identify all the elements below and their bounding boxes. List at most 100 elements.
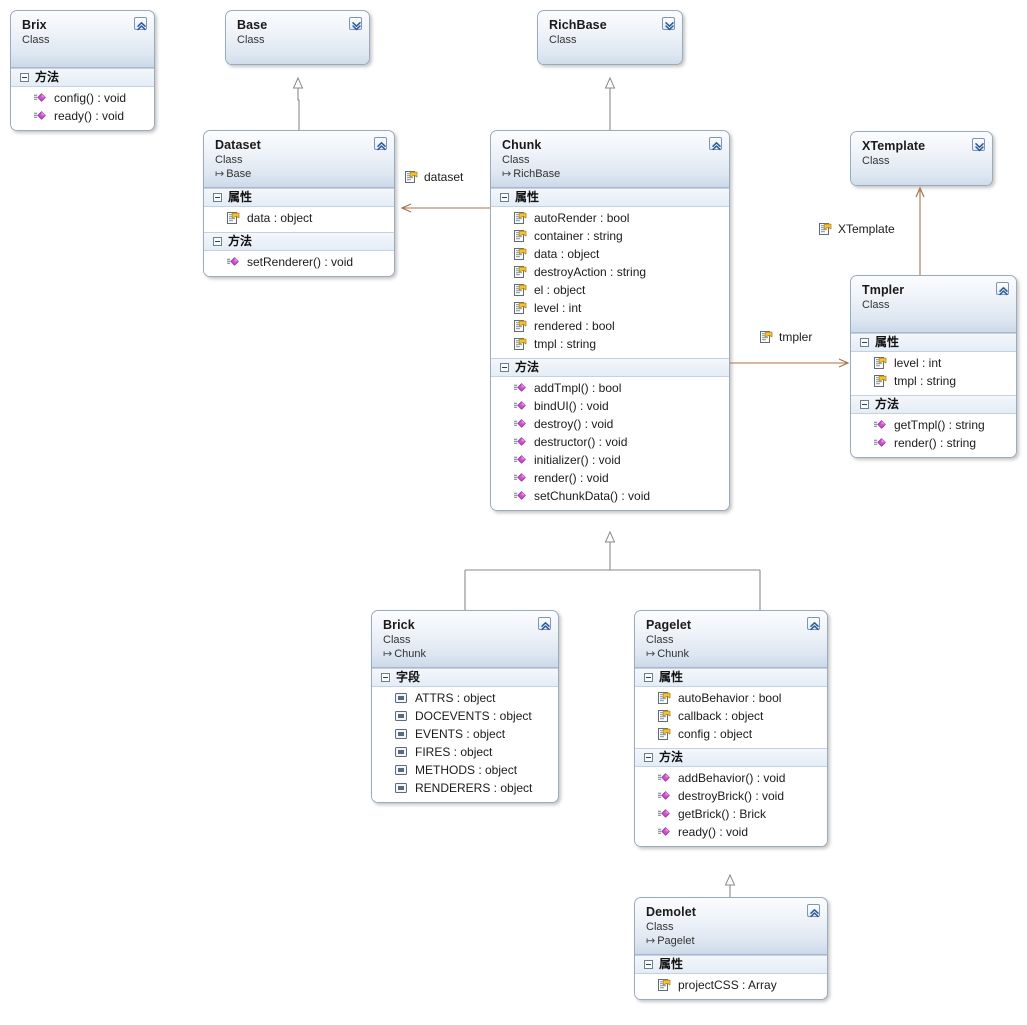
member-row[interactable]: el : object — [491, 281, 729, 299]
member-row[interactable]: setRenderer() : void — [204, 253, 394, 271]
class-box-richbase[interactable]: RichBase Class — [537, 10, 683, 65]
expander-button-brick[interactable] — [538, 617, 551, 631]
collapse-minus-icon[interactable] — [20, 73, 29, 82]
member-row[interactable]: data : object — [204, 209, 394, 227]
collapse-minus-icon[interactable] — [381, 673, 390, 682]
member-row[interactable]: bindUI() : void — [491, 397, 729, 415]
expander-button-demolet[interactable] — [807, 904, 820, 918]
compartment-header[interactable]: 方法 — [491, 358, 729, 377]
method-icon — [658, 773, 670, 782]
class-header-richbase[interactable]: RichBase Class — [538, 11, 682, 64]
association-label-dataset[interactable]: dataset — [404, 170, 463, 184]
member-row[interactable]: EVENTS : object — [372, 725, 558, 743]
class-box-base[interactable]: Base Class — [225, 10, 370, 65]
class-header-base[interactable]: Base Class — [226, 11, 369, 64]
expander-button-pagelet[interactable] — [807, 617, 820, 631]
member-row[interactable]: RENDERERS : object — [372, 779, 558, 797]
compartment-header[interactable]: 字段 — [372, 668, 558, 687]
member-row[interactable]: addBehavior() : void — [635, 769, 827, 787]
compartment-header[interactable]: 方法 — [635, 748, 827, 767]
class-header-pagelet[interactable]: Pagelet Class ↦ Chunk — [635, 611, 827, 668]
collapse-minus-icon[interactable] — [644, 673, 653, 682]
compartment-members: level : int tmpl : string — [851, 352, 1016, 395]
expander-button-dataset[interactable] — [374, 137, 387, 151]
collapse-minus-icon[interactable] — [213, 193, 222, 202]
class-header-chunk[interactable]: Chunk Class ↦ RichBase — [491, 131, 729, 188]
collapse-minus-icon[interactable] — [500, 193, 509, 202]
collapse-minus-icon[interactable] — [644, 753, 653, 762]
collapse-minus-icon[interactable] — [860, 400, 869, 409]
collapse-minus-icon[interactable] — [500, 363, 509, 372]
member-row[interactable]: callback : object — [635, 707, 827, 725]
compartment-header[interactable]: 属性 — [204, 188, 394, 207]
member-row[interactable]: getBrick() : Brick — [635, 805, 827, 823]
member-row[interactable]: level : int — [491, 299, 729, 317]
member-row[interactable]: container : string — [491, 227, 729, 245]
association-label-tmpler[interactable]: tmpler — [759, 330, 812, 344]
class-box-tmpler[interactable]: Tmpler Class 属性 level : int tmpl : string 方法 g… — [850, 275, 1017, 458]
member-row[interactable]: getTmpl() : string — [851, 416, 1016, 434]
class-box-brix[interactable]: Brix Class 方法 config() : void ready() : void — [10, 10, 155, 131]
compartment-header[interactable]: 方法 — [11, 68, 154, 87]
header-spacer — [237, 47, 359, 61]
member-row[interactable]: DOCEVENTS : object — [372, 707, 558, 725]
class-header-dataset[interactable]: Dataset Class ↦ Base — [204, 131, 394, 188]
member-row[interactable]: destroyAction : string — [491, 263, 729, 281]
member-row[interactable]: destroyBrick() : void — [635, 787, 827, 805]
expander-button-tmpler[interactable] — [996, 282, 1009, 296]
collapse-minus-icon[interactable] — [644, 960, 653, 969]
member-row[interactable]: rendered : bool — [491, 317, 729, 335]
compartment-header[interactable]: 方法 — [851, 395, 1016, 414]
collapse-minus-icon[interactable] — [213, 237, 222, 246]
member-row[interactable]: initializer() : void — [491, 451, 729, 469]
class-header-demolet[interactable]: Demolet Class ↦ Pagelet — [635, 898, 827, 955]
chevron-double-up-icon — [712, 142, 721, 151]
member-row[interactable]: destroy() : void — [491, 415, 729, 433]
compartment-header[interactable]: 属性 — [635, 955, 827, 974]
class-header-xtemplate[interactable]: XTemplate Class — [851, 132, 992, 185]
member-row[interactable]: tmpl : string — [851, 372, 1016, 390]
member-row[interactable]: ready() : void — [11, 107, 154, 125]
class-box-pagelet[interactable]: Pagelet Class ↦ Chunk 属性 autoBehavior : bool c… — [634, 610, 828, 847]
member-row[interactable]: ready() : void — [635, 823, 827, 841]
member-row[interactable]: data : object — [491, 245, 729, 263]
member-row[interactable]: FIRES : object — [372, 743, 558, 761]
member-row[interactable]: config : object — [635, 725, 827, 743]
class-header-brick[interactable]: Brick Class ↦ Chunk — [372, 611, 558, 668]
compartment-header[interactable]: 属性 — [635, 668, 827, 687]
expander-button-brix[interactable] — [134, 17, 147, 31]
class-box-demolet[interactable]: Demolet Class ↦ Pagelet 属性 projectCSS : Array — [634, 897, 828, 1000]
compartment-header[interactable]: 属性 — [851, 333, 1016, 352]
member-row[interactable]: projectCSS : Array — [635, 976, 827, 994]
property-icon — [874, 357, 887, 369]
member-row[interactable]: autoBehavior : bool — [635, 689, 827, 707]
expander-button-richbase[interactable] — [662, 17, 675, 31]
member-row[interactable]: METHODS : object — [372, 761, 558, 779]
expander-button-base[interactable] — [349, 17, 362, 31]
member-row[interactable]: addTmpl() : bool — [491, 379, 729, 397]
class-header-tmpler[interactable]: Tmpler Class — [851, 276, 1016, 333]
member-row[interactable]: destructor() : void — [491, 433, 729, 451]
member-row[interactable]: autoRender : bool — [491, 209, 729, 227]
class-box-chunk[interactable]: Chunk Class ↦ RichBase 属性 autoRender : bool co… — [490, 130, 730, 511]
compartment-header[interactable]: 属性 — [491, 188, 729, 207]
member-row[interactable]: setChunkData() : void — [491, 487, 729, 505]
expander-button-chunk[interactable] — [709, 137, 722, 151]
class-base-name: RichBase — [513, 168, 561, 180]
collapse-minus-icon[interactable] — [860, 338, 869, 347]
class-box-dataset[interactable]: Dataset Class ↦ Base 属性 data : object 方法 setRen… — [203, 130, 395, 277]
member-row[interactable]: ATTRS : object — [372, 689, 558, 707]
member-row[interactable]: config() : void — [11, 89, 154, 107]
member-row[interactable]: render() : void — [491, 469, 729, 487]
expander-button-xtemplate[interactable] — [972, 138, 985, 152]
member-row[interactable]: tmpl : string — [491, 335, 729, 353]
member-row[interactable]: level : int — [851, 354, 1016, 372]
member-row[interactable]: render() : string — [851, 434, 1016, 452]
association-label-xtemplate[interactable]: XTemplate — [818, 222, 895, 236]
class-header-brix[interactable]: Brix Class — [11, 11, 154, 68]
class-box-brick[interactable]: Brick Class ↦ Chunk 字段 ATTRS : object DOCEVENT… — [371, 610, 559, 803]
compartment-header[interactable]: 方法 — [204, 232, 394, 251]
compartment-members: addTmpl() : bool bindUI() : void destroy()… — [491, 377, 729, 510]
class-box-xtemplate[interactable]: XTemplate Class — [850, 131, 993, 186]
field-icon — [395, 693, 407, 703]
